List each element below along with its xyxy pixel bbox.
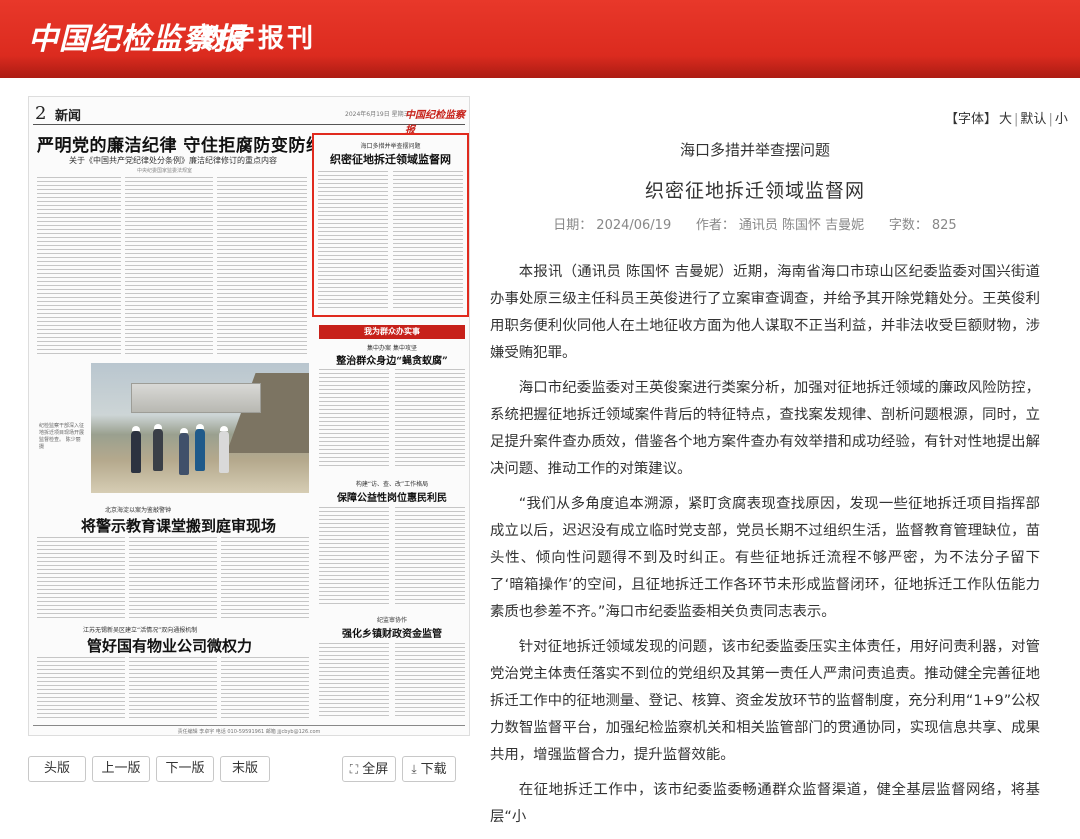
separator: |	[1048, 112, 1053, 127]
text-column	[319, 643, 389, 719]
boxed-headline: 织密征地拆迁领域监督网	[330, 153, 451, 166]
fullscreen-button[interactable]: ⛶ 全屏	[342, 756, 396, 782]
text-column	[125, 177, 213, 357]
side3-kicker: 纪监审协作	[376, 617, 407, 624]
site-banner: 中国纪检监察报 数字报刊	[0, 0, 1080, 78]
lead-byline: 中央纪委国家监委法规室	[137, 168, 193, 174]
text-column	[395, 369, 465, 469]
mid-headline[interactable]: 将警示教育课堂搬到庭审现场	[81, 515, 276, 536]
text-column	[318, 171, 388, 311]
side3-headline[interactable]: 强化乡镇财政资金监管	[319, 625, 465, 640]
mid-kicker: 北京海淀以案为鉴敲警钟	[105, 507, 172, 514]
text-column	[129, 657, 217, 721]
low-headline[interactable]: 管好国有物业公司微权力	[87, 635, 252, 656]
article-paragraph: 在征地拆迁工作中，该市纪委监委畅通群众监督渠道，健全基层监督网络，将基层“小	[490, 782, 1040, 825]
download-icon: ⤓	[411, 762, 417, 776]
article-paragraph: 针对征地拆迁领域发现的问题，该市纪委监委压实主体责任，用好问责利器，对管党治党主…	[490, 639, 1040, 763]
side1-kicker: 集中办案 集中攻坚	[367, 345, 417, 352]
page-section: 新闻	[55, 109, 82, 124]
text-column	[37, 177, 121, 357]
news-photo	[91, 363, 309, 493]
text-column	[395, 643, 465, 719]
article-author: 通讯员 陈国怀 吉曼妮	[738, 218, 865, 233]
side1-headline[interactable]: 整治群众身边“蝇贪蚁腐”	[319, 352, 465, 367]
first-page-button[interactable]: 头版	[28, 756, 86, 782]
word-count-label: 字数：	[888, 218, 928, 233]
prev-page-button[interactable]: 上一版	[92, 756, 150, 782]
text-column	[319, 507, 389, 607]
column-banner: 我为群众办实事	[319, 325, 465, 339]
text-column	[221, 657, 309, 721]
text-column	[221, 537, 309, 619]
text-column	[217, 177, 307, 357]
site-subtitle: 数字报刊	[200, 24, 317, 54]
separator: |	[1014, 112, 1019, 127]
font-size-default[interactable]: 默认	[1020, 112, 1046, 127]
download-label: 下载	[420, 762, 447, 777]
lead-headline[interactable]: 严明党的廉洁纪律 守住拒腐防变防线	[37, 131, 323, 156]
side2-kicker: 构建“访、查、改”工作格局	[355, 481, 429, 488]
page-header: 2 新闻 2024年6月19日 星期三 中国纪检监察报	[33, 103, 465, 136]
boxed-kicker: 海口多措并举查摆问题	[360, 143, 421, 150]
text-column	[37, 657, 125, 721]
article-paragraph: “我们从多角度追本溯源，紧盯贪腐表现查找原因，发现一些征地拆迁项目指挥部成立以后…	[490, 496, 1040, 620]
font-size-control: 【字体】大 | 默认 | 小	[944, 108, 1069, 127]
article-kicker: 海口多措并举查摆问题	[679, 141, 830, 159]
page-date: 2024年6月19日 星期三	[345, 111, 410, 118]
next-page-button[interactable]: 下一版	[156, 756, 214, 782]
text-column	[319, 369, 389, 469]
last-page-button[interactable]: 末版	[220, 756, 270, 782]
highlighted-article-area[interactable]: 海口多措并举查摆问题 织密征地拆迁领域监督网	[312, 133, 469, 317]
article-meta: 日期： 2024/06/19 作者： 通讯员 陈国怀 吉曼妮 字数： 825	[490, 214, 1020, 233]
page-footer: 责任编辑 李卓宇 电话 010-59591961 邮箱 jjjcbyb@126.…	[33, 725, 465, 735]
text-column	[393, 171, 463, 311]
text-column	[395, 507, 465, 607]
fullscreen-label: 全屏	[362, 762, 389, 777]
article-title: 织密征地拆迁领域监督网	[644, 180, 865, 202]
article-paragraph: 海口市纪委监委对王英俊案进行类案分析，加强对征地拆迁领域的廉政风险防控，系统把握…	[490, 380, 1040, 477]
word-count: 825	[931, 218, 957, 233]
page-masthead: 中国纪检监察报	[405, 110, 465, 136]
date-label: 日期：	[553, 218, 593, 233]
newspaper-page-image[interactable]: 2 新闻 2024年6月19日 星期三 中国纪检监察报 严明党的廉洁纪律 守住拒…	[28, 96, 470, 736]
side2-headline[interactable]: 保障公益性岗位惠民利民	[319, 489, 465, 504]
low-kicker: 江苏无锡新吴区建立“活情况”双向通报机制	[83, 627, 198, 634]
font-size-label: 【字体】	[945, 112, 998, 127]
article-body: 本报讯（通讯员 陈国怀 吉曼妮）近期，海南省海口市琼山区纪委监委对国兴街道办事处…	[490, 259, 1040, 839]
article-date: 2024/06/19	[596, 218, 672, 233]
font-size-large[interactable]: 大	[999, 112, 1012, 127]
font-size-small[interactable]: 小	[1055, 112, 1068, 127]
text-column	[129, 537, 217, 619]
download-button[interactable]: ⤓ 下载	[402, 756, 456, 782]
author-label: 作者：	[695, 218, 735, 233]
photo-caption: 纪检监察干部深入征地拆迁项目现场开展监督检查。 陈少丽 摄	[39, 423, 85, 450]
page-number: 2	[35, 103, 47, 124]
fullscreen-icon: ⛶	[349, 762, 359, 776]
text-column	[37, 537, 125, 619]
lead-subhead: 关于《中国共产党纪律处分条例》廉洁纪律修订的重点内容	[69, 156, 277, 165]
article-paragraph: 本报讯（通讯员 陈国怀 吉曼妮）近期，海南省海口市琼山区纪委监委对国兴街道办事处…	[490, 264, 1040, 361]
